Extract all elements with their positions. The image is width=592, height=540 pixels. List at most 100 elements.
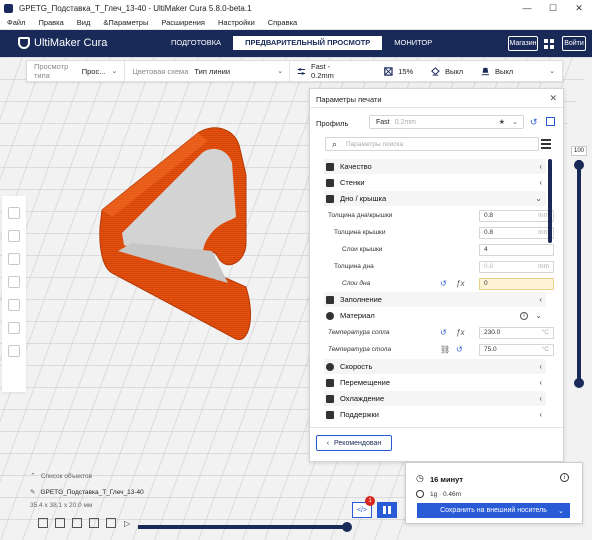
chevron-down-icon: ⌄ (512, 119, 518, 126)
print-settings-summary[interactable]: Fast - 0.2mm 15% Выкл Выкл ⌄ (290, 61, 562, 81)
settings-scrollbar[interactable] (548, 159, 552, 243)
chevron-down-icon[interactable]: ⌄ (549, 67, 555, 75)
infill-icon (384, 66, 394, 76)
star-icon[interactable]: ★ (499, 118, 505, 126)
reset-icon[interactable]: ↺ (440, 328, 447, 337)
move-tool-icon[interactable] (8, 207, 20, 219)
spool-icon (416, 490, 424, 498)
camera-left-view-icon[interactable] (89, 518, 99, 528)
section-label: Качество (340, 162, 372, 171)
layer-slider-top-handle[interactable] (574, 160, 584, 170)
menu-edit[interactable]: Правка (38, 18, 63, 27)
profile-select[interactable]: Fast 0.2mm ★ ⌄ (369, 115, 524, 129)
chevron-up-icon[interactable]: ⌃ (30, 472, 36, 480)
layer-slider[interactable] (577, 160, 581, 385)
close-icon[interactable]: ✕ (549, 93, 557, 104)
setting-input[interactable]: 0.8 mm (479, 260, 554, 273)
pencil-icon[interactable]: ✎ (30, 488, 35, 496)
mirror-tool-icon[interactable] (8, 276, 20, 288)
rotate-tool-icon[interactable] (8, 253, 20, 265)
logo-text: UltiMaker Cura (34, 37, 108, 49)
setting-input[interactable]: 75.0 °C (479, 343, 554, 356)
camera-top-view-icon[interactable] (72, 518, 82, 528)
scale-tool-icon[interactable] (8, 230, 20, 242)
section-top-bottom[interactable]: Дно / крышка ⌄ (324, 191, 546, 206)
close-window-button[interactable]: ✕ (566, 0, 592, 16)
object-name[interactable]: GPETG_Подставка_Т_Глеч_13-40 (40, 489, 143, 496)
minimize-button[interactable]: — (514, 0, 540, 16)
tab-monitor[interactable]: МОНИТОР (382, 36, 444, 50)
function-icon[interactable]: ƒx (456, 279, 464, 288)
tab-preview[interactable]: ПРЕДВАРИТЕЛЬНЫЙ ПРОСМОТР (233, 36, 383, 50)
menu-file[interactable]: Файл (7, 18, 25, 27)
view-type-select[interactable]: Просмотр типа Прос... ⌄ (27, 61, 126, 81)
camera-front-view-icon[interactable] (55, 518, 65, 528)
camera-3d-view-icon[interactable] (38, 518, 48, 528)
reset-icon[interactable]: ↺ (456, 345, 463, 354)
infill-summary: 15% (398, 66, 414, 76)
layer-slider-bottom-handle[interactable] (574, 378, 584, 388)
camera-right-view-icon[interactable] (106, 518, 116, 528)
section-speed[interactable]: Скорость ‹ (324, 359, 546, 374)
per-model-settings-icon[interactable] (8, 299, 20, 311)
menu-icon[interactable] (541, 139, 551, 149)
menu-extensions[interactable]: Расширения (161, 18, 205, 27)
menu-help[interactable]: Справка (268, 18, 297, 27)
section-material[interactable]: Материал i ⌄ (324, 308, 546, 323)
info-icon[interactable]: i (520, 311, 528, 320)
section-support[interactable]: Поддержки ‹ (324, 407, 546, 422)
function-icon[interactable]: ƒx (456, 328, 464, 337)
marketplace-button[interactable]: Магазин (508, 36, 538, 51)
material-usage: 1g · 0.46m (430, 491, 462, 498)
reset-icon[interactable]: ↺ (440, 279, 447, 288)
section-quality[interactable]: Качество ‹ (324, 159, 546, 174)
setting-input[interactable]: 0.8 mm (479, 226, 554, 239)
color-scheme-select[interactable]: Цветовая схема Тип линии ⌄ (125, 61, 291, 81)
support-icon (431, 66, 440, 76)
stage-tabs: ПОДГОТОВКА ПРЕДВАРИТЕЛЬНЫЙ ПРОСМОТР МОНИ… (159, 36, 444, 50)
recommended-button[interactable]: ‹ Рекомендован (316, 435, 392, 451)
save-profile-icon[interactable] (546, 117, 555, 126)
sign-in-button[interactable]: Войти (562, 36, 586, 51)
layer-max-value[interactable]: 100 (571, 146, 587, 156)
section-label: Стенки (340, 178, 365, 187)
section-label: Поддержки (340, 410, 379, 419)
path-slider-handle[interactable] (342, 522, 352, 532)
save-to-removable-button[interactable]: Сохранить на внешний носитель ⌄ (417, 503, 570, 518)
path-slider[interactable] (138, 525, 348, 529)
section-label: Скорость (340, 362, 373, 371)
measure-tool-icon[interactable] (8, 345, 20, 357)
play-icon[interactable]: ▷ (124, 519, 130, 528)
setting-value: 0 (484, 280, 488, 287)
print-settings-panel: Параметры печати ✕ Профиль Fast 0.2mm ★ … (309, 88, 564, 462)
section-infill[interactable]: Заполнение ‹ (324, 292, 546, 307)
setting-input[interactable]: 230.0 °C (479, 326, 554, 339)
section-walls[interactable]: Стенки ‹ (324, 175, 546, 190)
section-travel[interactable]: Перемещение ‹ (324, 375, 546, 390)
apps-grid-icon[interactable] (544, 39, 554, 49)
menu-view[interactable]: Вид (77, 18, 91, 27)
menu-settings[interactable]: Настройки (218, 18, 255, 27)
support-blocker-icon[interactable] (8, 322, 20, 334)
setting-input[interactable]: 0 (479, 277, 554, 290)
info-icon[interactable]: i (560, 473, 569, 482)
menu-bar: Файл Правка Вид &Параметры Расширения На… (0, 16, 592, 30)
chevron-left-icon: ‹ (539, 394, 542, 403)
profile-summary: Fast - 0.2mm (310, 62, 334, 80)
chevron-down-icon[interactable]: ⌄ (558, 507, 564, 515)
pause-button[interactable] (377, 502, 397, 518)
maximize-button[interactable]: ☐ (540, 0, 566, 16)
color-scheme-value: Тип линии (194, 66, 231, 76)
settings-search-input[interactable]: ⌕ Параметры поиска (325, 137, 539, 151)
reset-profile-icon[interactable]: ↺ (530, 117, 538, 128)
link-icon[interactable]: ⛓ (440, 345, 450, 354)
section-cooling[interactable]: Охлаждение ‹ (324, 391, 546, 406)
menu-preferences[interactable]: &Параметры (103, 18, 148, 27)
setting-input[interactable]: 0.8 mm (479, 209, 554, 222)
view-type-value: Прос... (81, 66, 106, 76)
top-bottom-icon (326, 194, 334, 203)
tab-prepare[interactable]: ПОДГОТОВКА (159, 36, 233, 50)
chevron-down-icon: ⌄ (111, 68, 118, 75)
setting-input[interactable]: 4 (479, 243, 554, 256)
object-list-header[interactable]: Список объектов (41, 473, 92, 480)
